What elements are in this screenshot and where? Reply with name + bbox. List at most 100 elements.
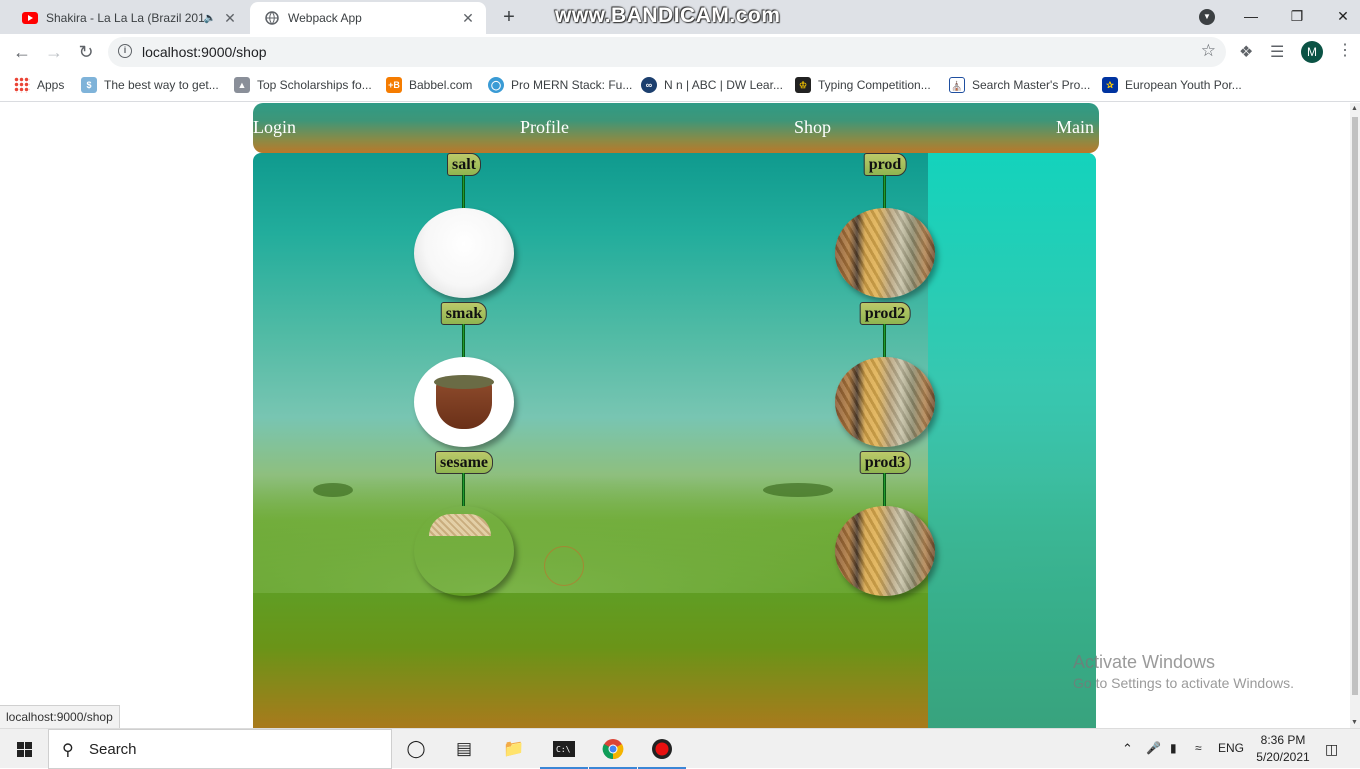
system-clock[interactable]: 8:36 PM 5/20/2021	[1253, 732, 1313, 766]
file-explorer-icon[interactable]: 📁	[490, 729, 538, 769]
product-stem	[883, 324, 886, 357]
bookmark-pro-mern[interactable]: ◯ Pro MERN Stack: Fu...	[488, 77, 632, 93]
search-icon: ⚲	[62, 742, 74, 759]
side-panel	[928, 153, 1096, 728]
cortana-icon[interactable]: ◯	[392, 729, 440, 769]
restore-button[interactable]: ❐	[1274, 0, 1320, 32]
wifi-icon[interactable]: ≈	[1195, 741, 1202, 755]
clock-time: 8:36 PM	[1260, 733, 1306, 747]
bandicam-record-icon[interactable]	[638, 729, 686, 769]
graduation-icon: ▲	[234, 77, 250, 93]
tab-title: Shakira - La La La (Brazil 2014	[46, 11, 204, 25]
scroll-down-icon[interactable]: ▼	[1351, 719, 1358, 726]
bookmark-best-way[interactable]: $ The best way to get...	[81, 77, 219, 93]
activation-title: Activate Windows	[1073, 652, 1216, 672]
menu-icon[interactable]: ⋮	[1337, 40, 1353, 60]
tab-search-icon[interactable]: ▼	[1199, 9, 1215, 25]
tab-shakira[interactable]: Shakira - La La La (Brazil 2014 🔈 ✕	[8, 2, 248, 34]
bookmark-babbel[interactable]: +B Babbel.com	[386, 77, 472, 93]
product-label[interactable]: smak	[440, 302, 488, 325]
profile-avatar[interactable]: M	[1301, 41, 1323, 63]
salt-image[interactable]	[414, 208, 514, 298]
address-bar[interactable]: i localhost:9000/shop ☆	[108, 37, 1226, 67]
notification-icon[interactable]: ◫	[1325, 741, 1338, 758]
bookmarks-bar: Apps $ The best way to get... ▲ Top Scho…	[0, 70, 1360, 102]
close-window-button[interactable]: ✕	[1320, 0, 1360, 32]
bookmark-typing[interactable]: ♔ Typing Competition...	[795, 77, 931, 93]
bookmark-label: Pro MERN Stack: Fu...	[511, 78, 633, 92]
product-label[interactable]: sesame	[435, 451, 493, 474]
bookmark-label: Babbel.com	[409, 78, 473, 92]
bookmark-star-icon[interactable]: ☆	[1201, 41, 1216, 61]
sesame-image[interactable]	[414, 506, 514, 596]
language-indicator[interactable]: ENG	[1218, 741, 1244, 755]
nav-shop-link[interactable]: Shop	[794, 117, 831, 138]
back-button[interactable]: ←	[10, 40, 34, 64]
grain-image[interactable]	[835, 208, 935, 298]
windows-taskbar: ⚲ Search ◯ ▤ 📁 C:\ ⌃ 🎤 ▮ ≈ ENG 8:36 PM 5…	[0, 728, 1360, 769]
tree-decoration	[313, 483, 353, 497]
product-label[interactable]: prod	[863, 153, 907, 176]
herb-bowl-image[interactable]	[414, 357, 514, 447]
bookmark-label: N n | ABC | DW Lear...	[664, 78, 783, 92]
terminal-icon[interactable]: C:\	[540, 729, 588, 769]
battery-icon[interactable]: ▮	[1170, 741, 1177, 755]
typing-icon: ♔	[795, 77, 811, 93]
scroll-up-icon[interactable]: ▲	[1351, 105, 1358, 112]
bandicam-watermark: www.BANDICAM.com	[555, 4, 781, 27]
eu-flag-icon: ✰	[1102, 77, 1118, 93]
page-scrollbar[interactable]: ▲ ▼	[1350, 103, 1360, 728]
page-viewport: Login Profile Shop Main salt smak sesame	[0, 103, 1360, 728]
tree-decoration	[763, 483, 833, 497]
globe-icon: ◯	[488, 77, 504, 93]
youtube-icon	[22, 10, 38, 26]
bookmark-masters[interactable]: ⛪ Search Master's Pro...	[949, 77, 1090, 93]
globe-icon	[264, 10, 280, 26]
product-stem	[883, 473, 886, 506]
product-label[interactable]: prod3	[859, 451, 911, 474]
close-tab-icon[interactable]: ✕	[460, 10, 476, 27]
bookmark-dw[interactable]: ∞ N n | ABC | DW Lear...	[641, 77, 783, 93]
new-tab-button[interactable]: +	[498, 6, 520, 28]
windows-activation-watermark: Activate Windows Go to Settings to activ…	[1073, 652, 1294, 691]
apps-grid-icon	[14, 77, 30, 93]
minimize-button[interactable]: —	[1228, 0, 1274, 32]
scrollbar-thumb[interactable]	[1352, 117, 1358, 695]
grain-image[interactable]	[835, 506, 935, 596]
chrome-icon[interactable]	[589, 729, 637, 769]
sesame-seeds	[429, 514, 491, 536]
site-info-icon[interactable]: i	[118, 44, 132, 58]
product-label[interactable]: prod2	[859, 302, 911, 325]
clock-date: 5/20/2021	[1256, 750, 1310, 764]
nav-login-link[interactable]: Login	[253, 117, 296, 138]
url-text[interactable]: localhost:9000/shop	[142, 44, 267, 60]
product-stem	[883, 175, 886, 208]
tab-webpack-app[interactable]: Webpack App ✕	[250, 2, 486, 34]
bookmark-label: Typing Competition...	[818, 78, 931, 92]
start-button[interactable]	[0, 729, 48, 769]
task-view-icon[interactable]: ▤	[440, 729, 488, 769]
show-hidden-icons[interactable]: ⌃	[1122, 741, 1133, 757]
activation-subtitle: Go to Settings to activate Windows.	[1073, 675, 1294, 691]
media-control-icon[interactable]: ☰	[1270, 42, 1284, 62]
bookmark-apps[interactable]: Apps	[14, 77, 64, 93]
reload-button[interactable]: ↻	[74, 40, 98, 64]
close-tab-icon[interactable]: ✕	[222, 10, 238, 27]
nav-main-link[interactable]: Main	[1056, 117, 1094, 138]
building-icon: ⛪	[949, 77, 965, 93]
product-label[interactable]: salt	[447, 153, 481, 176]
shop-stage: salt smak sesame prod prod2 prod3	[253, 153, 1096, 728]
grain-image[interactable]	[835, 357, 935, 447]
microphone-icon[interactable]: 🎤	[1146, 741, 1161, 755]
product-stem	[462, 324, 465, 357]
bookmark-scholarships[interactable]: ▲ Top Scholarships fo...	[234, 77, 372, 93]
bookmark-label: Search Master's Pro...	[972, 78, 1091, 92]
forward-button[interactable]: →	[42, 40, 66, 64]
nav-profile-link[interactable]: Profile	[520, 117, 569, 138]
cursor-click-ring	[544, 546, 584, 586]
speaker-icon[interactable]: 🔈	[204, 13, 216, 24]
bookmark-label: European Youth Por...	[1125, 78, 1242, 92]
bookmark-european-youth[interactable]: ✰ European Youth Por...	[1102, 77, 1242, 93]
extensions-icon[interactable]: ❖	[1239, 42, 1253, 62]
taskbar-search[interactable]: ⚲ Search	[48, 729, 392, 769]
